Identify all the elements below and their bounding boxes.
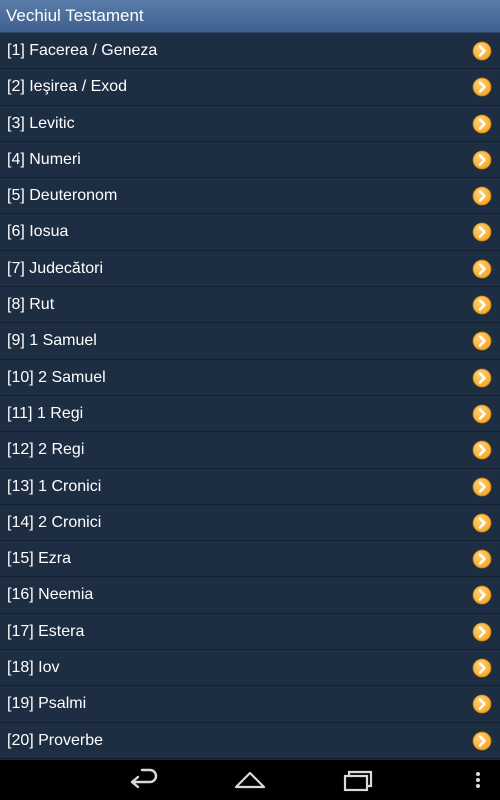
- chevron-right-icon[interactable]: [472, 368, 492, 388]
- book-label: [20] Proverbe: [7, 731, 104, 749]
- chevron-right-icon[interactable]: [472, 222, 492, 242]
- chevron-right-icon[interactable]: [472, 549, 492, 569]
- home-button[interactable]: [230, 760, 270, 800]
- book-label: [4] Numeri: [7, 150, 81, 168]
- list-item[interactable]: [8] Rut: [0, 287, 500, 324]
- chevron-right-icon[interactable]: [472, 622, 492, 642]
- list-item[interactable]: [11] 1 Regi: [0, 395, 500, 433]
- list-item[interactable]: [7] Judecători: [0, 250, 500, 288]
- chevron-right-icon[interactable]: [472, 331, 492, 351]
- list-item[interactable]: [2] Ieşirea / Exod: [0, 69, 500, 106]
- list-item[interactable]: [4] Numeri: [0, 141, 500, 179]
- book-label: [14] 2 Cronici: [7, 513, 102, 531]
- book-label: [13] 1 Cronici: [7, 477, 102, 495]
- book-label: [2] Ieşirea / Exod: [7, 78, 128, 96]
- book-label: [10] 2 Samuel: [7, 368, 106, 386]
- system-navigation-bar: [0, 760, 500, 800]
- chevron-right-icon[interactable]: [472, 440, 492, 460]
- overflow-menu-icon: [476, 772, 480, 788]
- list-item[interactable]: [5] Deuteronom: [0, 178, 500, 215]
- app-window: Vechiul Testament [1] Facerea / Geneza [2…: [0, 0, 500, 800]
- chevron-right-icon[interactable]: [472, 477, 492, 497]
- chevron-right-icon[interactable]: [472, 404, 492, 424]
- recent-apps-icon: [343, 770, 373, 792]
- list-item[interactable]: [19] Psalmi: [0, 686, 500, 723]
- book-label: [18] Iov: [7, 659, 60, 677]
- chevron-right-icon[interactable]: [472, 77, 492, 97]
- chevron-right-icon[interactable]: [472, 41, 492, 61]
- back-icon: [130, 768, 158, 789]
- chevron-right-icon[interactable]: [472, 295, 492, 315]
- back-button[interactable]: [124, 760, 164, 800]
- list-item[interactable]: [10] 2 Samuel: [0, 359, 500, 396]
- book-label: [9] 1 Samuel: [7, 332, 97, 350]
- list-item[interactable]: [12] 2 Regi: [0, 432, 500, 469]
- page-title: Vechiul Testament: [6, 6, 144, 25]
- book-label: [15] Ezra: [7, 550, 72, 568]
- list-item[interactable]: [1] Facerea / Geneza: [0, 33, 500, 70]
- chevron-right-icon[interactable]: [472, 259, 492, 279]
- book-label: [17] Estera: [7, 622, 85, 640]
- chevron-right-icon[interactable]: [472, 694, 492, 714]
- list-item[interactable]: [9] 1 Samuel: [0, 323, 500, 360]
- overflow-menu-button[interactable]: [466, 760, 490, 800]
- chevron-right-icon[interactable]: [472, 150, 492, 170]
- book-label: [3] Levitic: [7, 114, 75, 132]
- book-label: [5] Deuteronom: [7, 187, 118, 205]
- list-item[interactable]: [15] Ezra: [0, 541, 500, 578]
- book-label: [11] 1 Regi: [7, 404, 84, 422]
- book-label: [12] 2 Regi: [7, 441, 85, 459]
- book-label: [1] Facerea / Geneza: [7, 42, 158, 59]
- home-icon: [234, 771, 266, 789]
- book-label: [6] Iosua: [7, 223, 69, 241]
- book-label: [8] Rut: [7, 296, 55, 314]
- book-list: [1] Facerea / Geneza [2] Ieşirea / Exod [3…: [0, 33, 500, 760]
- list-item[interactable]: [13] 1 Cronici: [0, 468, 500, 505]
- list-item[interactable]: [14] 2 Cronici: [0, 504, 500, 542]
- list-item[interactable]: [17] Estera: [0, 613, 500, 651]
- recent-apps-button[interactable]: [337, 760, 377, 800]
- chevron-right-icon[interactable]: [472, 658, 492, 678]
- list-item[interactable]: [18] Iov: [0, 650, 500, 687]
- book-label: [19] Psalmi: [7, 695, 87, 713]
- chevron-right-icon[interactable]: [472, 186, 492, 206]
- chevron-right-icon[interactable]: [472, 585, 492, 605]
- list-item[interactable]: [6] Iosua: [0, 214, 500, 251]
- title-bar: Vechiul Testament: [0, 0, 500, 33]
- chevron-right-icon[interactable]: [472, 114, 492, 134]
- chevron-right-icon[interactable]: [472, 513, 492, 533]
- book-label: [7] Judecători: [7, 259, 104, 277]
- list-item[interactable]: [20] Proverbe: [0, 722, 500, 759]
- list-item[interactable]: [3] Levitic: [0, 105, 500, 142]
- chevron-right-icon[interactable]: [472, 731, 492, 751]
- list-item[interactable]: [16] Neemia: [0, 577, 500, 614]
- book-label: [16] Neemia: [7, 586, 94, 604]
